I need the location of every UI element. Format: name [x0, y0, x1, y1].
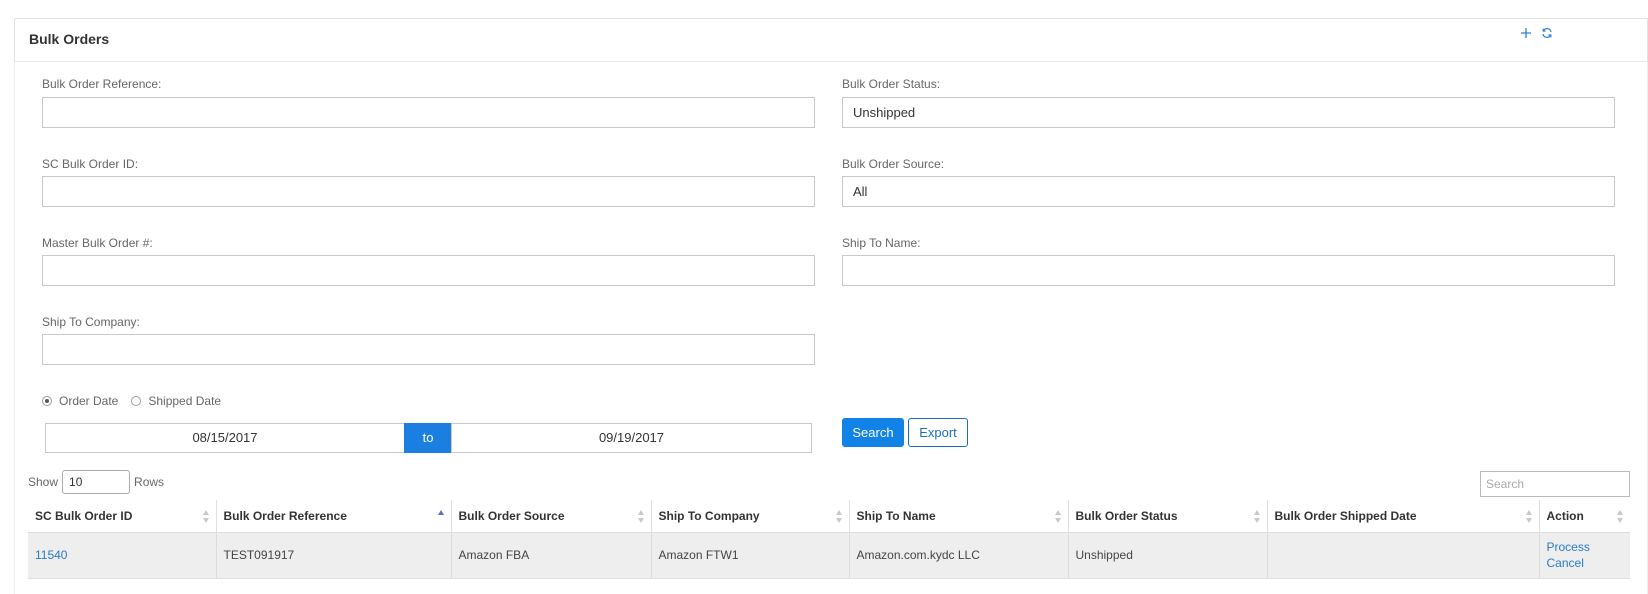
order-date-label[interactable]: Order Date — [59, 394, 118, 408]
master-bulk-order-input[interactable] — [42, 255, 815, 286]
ship-to-name-input[interactable] — [842, 255, 1615, 286]
rows-per-page-control: Show 10 Rows — [28, 470, 164, 494]
bulk-order-reference-input[interactable] — [42, 97, 815, 128]
ship-to-company-label: Ship To Company: — [42, 315, 140, 329]
bulk-order-status-select[interactable]: Unshipped — [842, 97, 1615, 128]
bulk-order-source-label: Bulk Order Source: — [842, 157, 945, 171]
column-label: Bulk Order Source — [458, 508, 565, 523]
sort-icon — [1253, 510, 1261, 524]
refresh-icon[interactable] — [1539, 27, 1555, 43]
column-header-sc-bulk-order-id[interactable]: SC Bulk Order ID — [28, 500, 217, 533]
sc-bulk-order-id-input[interactable] — [42, 176, 815, 207]
column-label: SC Bulk Order ID — [35, 508, 133, 523]
sort-icon — [637, 510, 645, 524]
panel-header: Bulk Orders — [14, 18, 1648, 62]
column-label: Bulk Order Shipped Date — [1274, 508, 1417, 523]
table-row: 11540 TEST091917 Amazon FBA Amazon FTW1 … — [28, 532, 1630, 579]
rows-per-page-input[interactable]: 10 — [62, 470, 131, 494]
column-header-bulk-order-status[interactable]: Bulk Order Status — [1068, 500, 1268, 533]
column-label: Ship To Name — [856, 508, 936, 523]
column-header-ship-to-name[interactable]: Ship To Name — [849, 500, 1069, 533]
action-cell: Process Cancel — [1539, 532, 1630, 579]
sort-icon — [835, 510, 843, 524]
bulk-order-status-label: Bulk Order Status: — [842, 77, 941, 91]
bulk-order-reference-cell: TEST091917 — [216, 532, 452, 579]
date-from-input[interactable]: 08/15/2017 — [45, 423, 405, 453]
column-label: Action — [1546, 508, 1584, 523]
rows-label: Rows — [134, 475, 165, 489]
sort-icon — [1617, 510, 1624, 524]
cancel-link[interactable]: Cancel — [1547, 555, 1624, 571]
ship-to-company-cell: Amazon FTW1 — [651, 532, 850, 579]
bulk-order-source-cell: Amazon FBA — [451, 532, 652, 579]
column-header-bulk-order-reference[interactable]: Bulk Order Reference — [216, 500, 452, 533]
process-link[interactable]: Process — [1547, 539, 1624, 555]
bulk-orders-table: SC Bulk Order ID Bulk Order Reference Bu… — [28, 500, 1630, 579]
page-title: Bulk Orders — [29, 31, 110, 47]
date-to-input[interactable]: 09/19/2017 — [451, 423, 812, 453]
sc-bulk-order-id-label: SC Bulk Order ID: — [42, 157, 139, 171]
table-search-input[interactable]: Search — [1480, 471, 1630, 497]
bulk-order-shipped-date-cell — [1267, 532, 1540, 579]
sort-icon — [202, 510, 210, 524]
date-type-radio-group: Order Date Shipped Date — [42, 394, 234, 408]
ship-to-company-input[interactable] — [42, 334, 815, 365]
column-header-bulk-order-shipped-date[interactable]: Bulk Order Shipped Date — [1267, 500, 1540, 533]
table-header-row: SC Bulk Order ID Bulk Order Reference Bu… — [28, 500, 1630, 533]
export-button[interactable]: Export — [908, 418, 968, 447]
column-header-action[interactable]: Action — [1539, 500, 1630, 533]
bulk-order-reference-label: Bulk Order Reference: — [42, 77, 162, 91]
bulk-order-source-select[interactable]: All — [842, 176, 1615, 207]
order-date-radio[interactable] — [42, 396, 52, 406]
column-label: Ship To Company — [658, 508, 760, 523]
date-range-separator: to — [404, 423, 452, 453]
ship-to-name-cell: Amazon.com.kydc LLC — [849, 532, 1069, 579]
column-header-ship-to-company[interactable]: Ship To Company — [651, 500, 850, 533]
column-label: Bulk Order Reference — [223, 508, 347, 523]
column-header-bulk-order-source[interactable]: Bulk Order Source — [451, 500, 652, 533]
search-button[interactable]: Search — [842, 418, 904, 447]
show-label: Show — [28, 475, 59, 489]
column-label: Bulk Order Status — [1075, 508, 1178, 523]
shipped-date-radio[interactable] — [131, 396, 142, 406]
plus-icon[interactable] — [1518, 27, 1534, 43]
shipped-date-label[interactable]: Shipped Date — [148, 394, 221, 408]
sort-icon — [1525, 510, 1533, 524]
ship-to-name-label: Ship To Name: — [842, 236, 921, 250]
master-bulk-order-label: Master Bulk Order #: — [42, 236, 153, 250]
sc-bulk-order-id-link[interactable]: 11540 — [35, 547, 209, 563]
sc-bulk-order-id-cell: 11540 — [28, 532, 217, 579]
bulk-order-status-cell: Unshipped — [1068, 532, 1268, 579]
sort-icon — [1054, 510, 1062, 524]
sort-ascending-icon — [437, 510, 445, 524]
